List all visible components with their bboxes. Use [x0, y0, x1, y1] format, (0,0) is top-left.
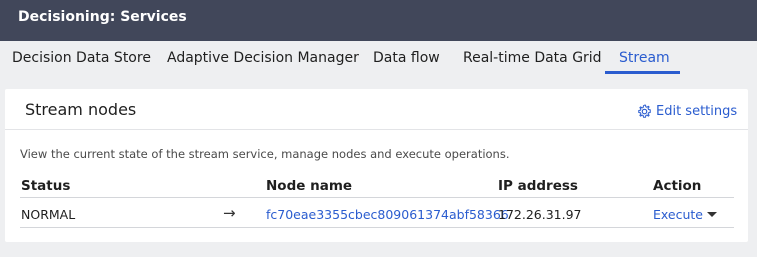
row-divider	[20, 227, 734, 228]
edit-settings-label: Edit settings	[656, 103, 738, 119]
execute-menu-button[interactable]: Execute	[653, 207, 703, 222]
page-title: Decisioning: Services	[18, 9, 187, 25]
tab-stream[interactable]: Stream	[619, 50, 670, 66]
column-header-action: Action	[653, 178, 702, 194]
tab-decision-data-store[interactable]: Decision Data Store	[12, 50, 151, 66]
stream-nodes-panel: Stream nodes Edit settings View the curr…	[5, 89, 748, 242]
column-header-ip-address: IP address	[498, 178, 578, 194]
active-tab-indicator	[605, 71, 680, 74]
arrow-right-icon: →	[223, 204, 236, 222]
node-name-link[interactable]: fc70eae3355cbec809061374abf58366	[266, 207, 509, 222]
panel-title: Stream nodes	[25, 100, 137, 119]
column-header-node-name: Node name	[266, 178, 353, 194]
status-cell: NORMAL	[21, 207, 76, 222]
tab-real-time-data-grid[interactable]: Real-time Data Grid	[463, 50, 602, 66]
ip-address-cell: 172.26.31.97	[498, 207, 582, 222]
panel-divider	[5, 129, 748, 130]
panel-description: View the current state of the stream ser…	[20, 147, 510, 161]
tab-data-flow[interactable]: Data flow	[373, 50, 440, 66]
column-header-status: Status	[21, 178, 71, 194]
chevron-down-icon[interactable]	[707, 212, 717, 217]
app-header: Decisioning: Services	[0, 0, 757, 41]
edit-settings-button[interactable]: Edit settings	[637, 102, 737, 120]
tab-adaptive-decision-manager[interactable]: Adaptive Decision Manager	[167, 50, 359, 66]
tab-bar: Decision Data Store Adaptive Decision Ma…	[0, 41, 757, 75]
header-divider	[20, 197, 734, 198]
gear-icon	[638, 104, 651, 118]
